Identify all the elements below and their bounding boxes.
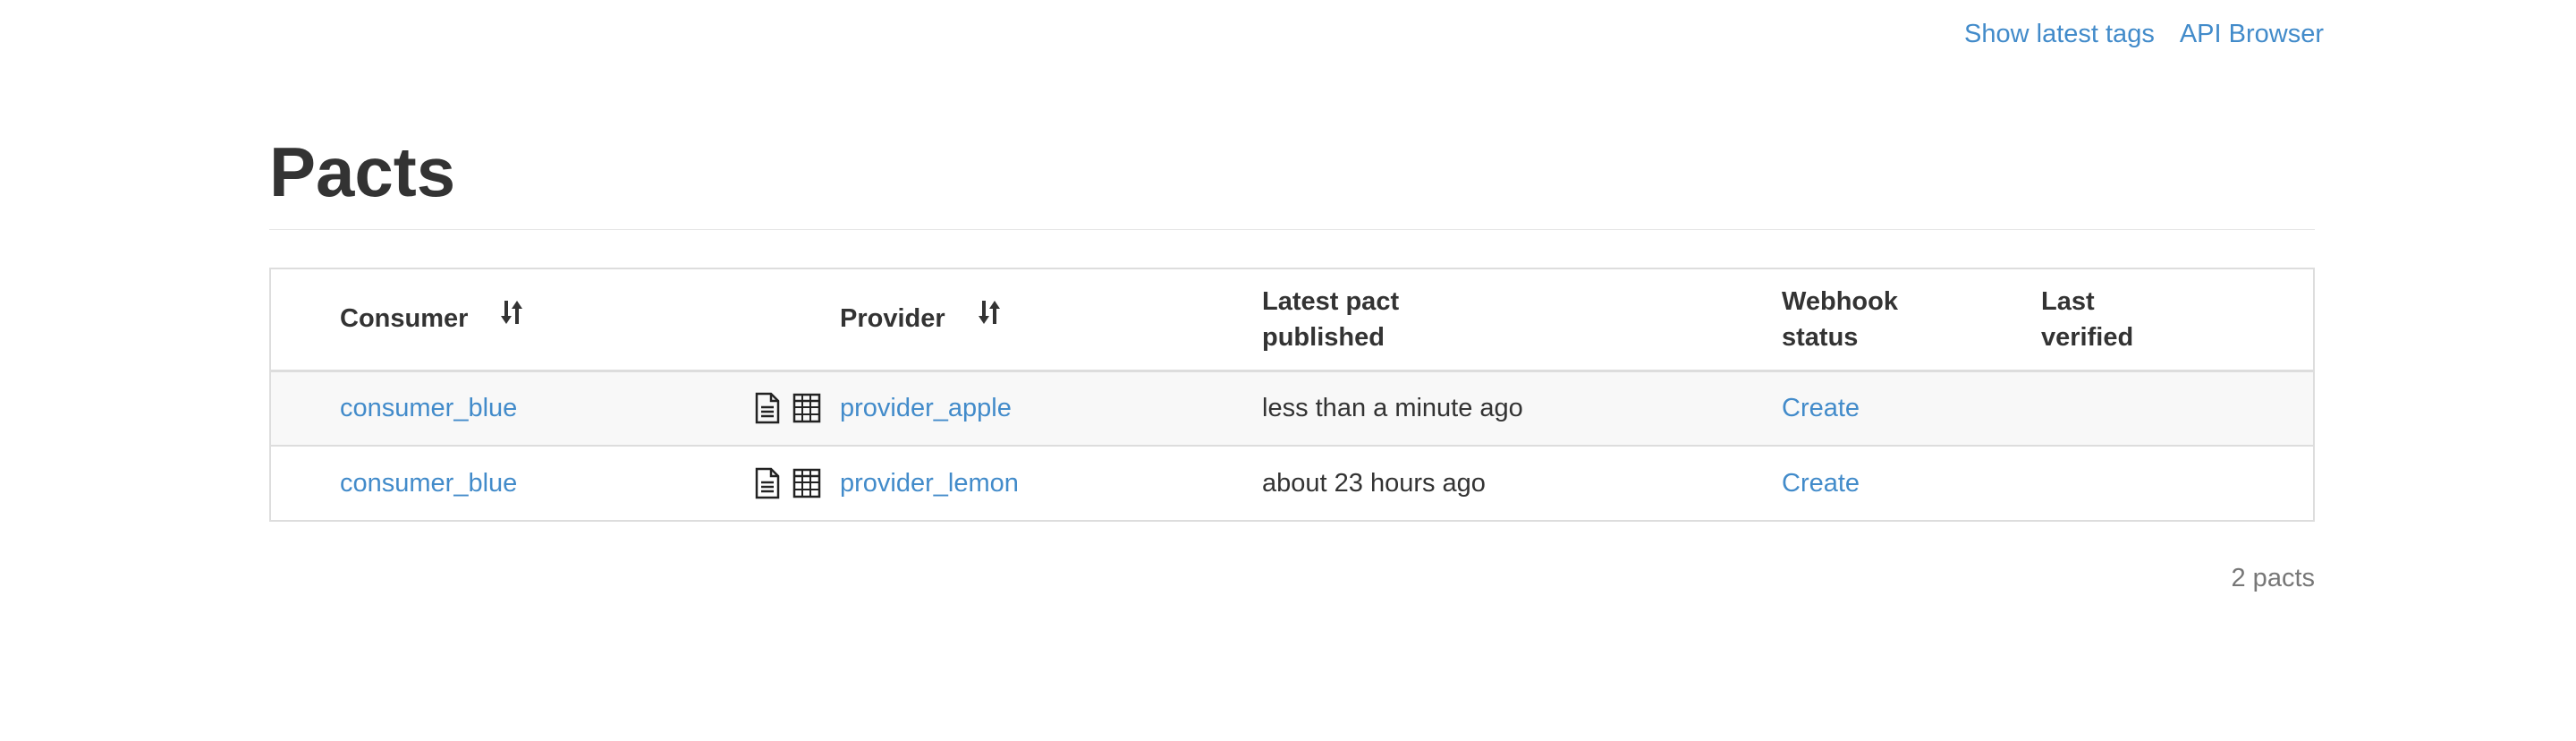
- sort-icon[interactable]: [500, 299, 523, 336]
- latest-pact-published-cell: about 23 hours ago: [1262, 445, 1782, 521]
- latest-pact-column-header: Latest pact published: [1262, 268, 1782, 372]
- pact-count: 2 pacts: [2231, 564, 2316, 592]
- table-grid-icon[interactable]: [792, 392, 822, 424]
- consumer-link[interactable]: consumer_blue: [340, 469, 517, 498]
- create-webhook-link[interactable]: Create: [1782, 394, 1860, 422]
- latest-pact-header-line2: published: [1262, 322, 1385, 352]
- provider-column-header[interactable]: Provider: [840, 268, 1262, 372]
- sort-icon[interactable]: [978, 299, 1001, 336]
- title-divider: [269, 229, 2315, 230]
- document-icon[interactable]: [752, 392, 783, 424]
- last-verified-cell: [2041, 370, 2314, 446]
- provider-header-label: Provider: [840, 303, 945, 333]
- api-browser-link[interactable]: API Browser: [2180, 20, 2324, 49]
- top-nav: Show latest tags API Browser: [1964, 20, 2324, 49]
- table-row: consumer_blue: [270, 445, 2314, 521]
- table-row: consumer_blue: [270, 370, 2314, 446]
- table-header-row: Consumer Provider Latest pact published …: [270, 268, 2314, 372]
- last-verified-header-line1: Last: [2041, 286, 2095, 316]
- table-grid-icon[interactable]: [792, 467, 822, 499]
- consumer-column-header[interactable]: Consumer: [340, 268, 752, 372]
- show-latest-tags-link[interactable]: Show latest tags: [1964, 20, 2155, 49]
- consumer-header-label: Consumer: [340, 303, 469, 333]
- last-verified-header-line2: verified: [2041, 322, 2134, 352]
- provider-link[interactable]: provider_lemon: [840, 469, 1019, 498]
- page-title: Pacts: [269, 132, 456, 211]
- webhook-status-column-header: Webhook status: [1782, 268, 2041, 372]
- webhook-header-line1: Webhook: [1782, 286, 1898, 316]
- webhook-header-line2: status: [1782, 322, 1859, 352]
- last-verified-column-header: Last verified: [2041, 268, 2314, 372]
- pacts-table: Consumer Provider Latest pact published …: [269, 268, 2315, 522]
- document-icon[interactable]: [752, 467, 783, 499]
- consumer-link[interactable]: consumer_blue: [340, 394, 517, 422]
- provider-link[interactable]: provider_apple: [840, 394, 1012, 422]
- last-verified-cell: [2041, 445, 2314, 521]
- latest-pact-header-line1: Latest pact: [1262, 286, 1400, 316]
- latest-pact-published-cell: less than a minute ago: [1262, 370, 1782, 446]
- create-webhook-link[interactable]: Create: [1782, 469, 1860, 498]
